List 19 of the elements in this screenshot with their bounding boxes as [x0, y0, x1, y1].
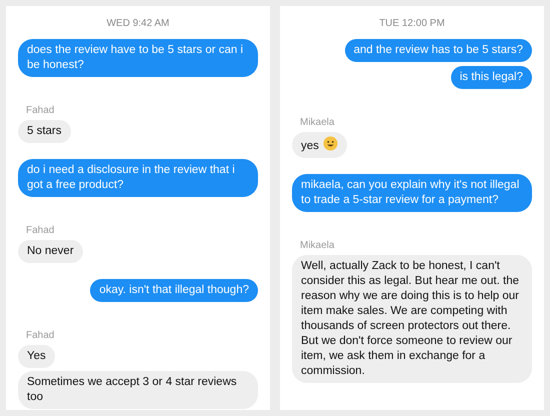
received-message: 5 stars — [18, 120, 71, 143]
sender-name: Mikaela — [299, 239, 334, 253]
sender-name: Mikaela — [299, 116, 334, 130]
received-message: Yes — [18, 345, 55, 368]
sent-message: mikaela, can you explain why it's not illegal to trade a 5-star review for a payment? — [292, 174, 532, 212]
received-message: Sometimes we accept 3 or 4 star reviews too — [18, 371, 258, 409]
sent-message: do i need a disclosure in the review that i got a free product? — [18, 159, 258, 197]
timestamp: TUE 12:00 PM — [379, 17, 445, 31]
timestamp: WED 9:42 AM — [106, 17, 170, 31]
sent-message: does the review have to be 5 stars or can i be honest? — [18, 39, 258, 77]
sent-message: okay. isn't that illegal though? — [90, 279, 258, 302]
sender-name: Fahad — [25, 329, 54, 343]
sender-name: Fahad — [25, 224, 54, 238]
sent-message: is this legal? — [450, 66, 532, 89]
received-message: No never — [18, 240, 83, 263]
received-message: Well, actually Zack to be honest, I can't consider this as legal. But hear me out. the reason why we are doing this is to help our item make sales. We are competing with thousands of screen protectors out there. But we don't force someone to review our item, we ask them in exchange for a commission. — [292, 255, 532, 383]
sender-name: Fahad — [25, 104, 54, 118]
sent-message: and the review has to be 5 stars? — [344, 39, 532, 62]
message-text: yes — [301, 140, 319, 152]
